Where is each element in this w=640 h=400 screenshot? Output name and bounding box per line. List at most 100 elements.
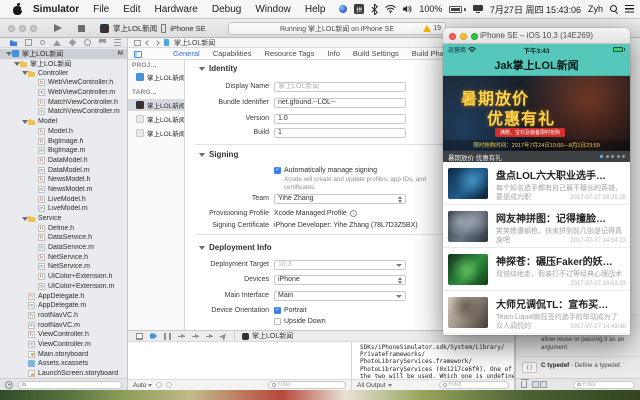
warning-badge[interactable]: 19 xyxy=(423,25,441,32)
menubar-username[interactable]: Zyh xyxy=(588,4,603,14)
navigator-file-row[interactable]: ViewController.m xyxy=(0,340,127,350)
news-item[interactable]: 网友神拼图：记得撞脸… 笑笑惨遭躺枪，快来拼到前几张是记得真身吧 2017-07… xyxy=(443,205,630,248)
news-item[interactable]: 神探苍：碾压Faker的妖… 双倍绕地走，假装打不过等经典心理战术 2017-0… xyxy=(443,248,630,291)
navigator-file-row[interactable]: Controller xyxy=(0,68,127,78)
navigator-file-row[interactable]: Define.h xyxy=(0,223,127,233)
breakpoint-navigator-icon[interactable] xyxy=(99,39,106,44)
navigator-file-row[interactable]: rootNavVC.m xyxy=(0,320,127,330)
navigator-file-row[interactable]: NetService.h xyxy=(0,252,127,262)
battery-icon[interactable] xyxy=(449,5,466,13)
navigator-file-row[interactable]: Model xyxy=(0,117,127,127)
version-field[interactable] xyxy=(274,113,406,124)
info-icon[interactable]: i xyxy=(349,210,357,217)
upside-down-checkbox[interactable] xyxy=(274,318,281,325)
navigator-file-row[interactable]: WebViewController.m xyxy=(0,88,127,98)
navigator-file-row[interactable]: Model.h xyxy=(0,127,127,137)
disclosure-triangle-icon[interactable] xyxy=(5,52,12,56)
display-name-field[interactable] xyxy=(274,81,406,92)
menu-item[interactable]: Window xyxy=(255,4,291,15)
promo-banner[interactable]: 暑期放价 优惠有礼 满赠、宝石及装备限时抢购 限时抢购时间：2017年7月24日… xyxy=(443,76,630,151)
target-row-tests[interactable]: 掌上LOL新闻 xyxy=(128,113,184,125)
navigator-file-row[interactable]: ViewController.h xyxy=(0,330,127,340)
menu-item[interactable]: File xyxy=(93,4,109,15)
volume-icon[interactable] xyxy=(403,5,412,13)
step-into-button[interactable] xyxy=(192,333,199,340)
minimize-button[interactable] xyxy=(460,32,467,40)
settings-tab[interactable]: Info xyxy=(327,49,340,58)
navigator-file-row[interactable]: rootNavVC.h xyxy=(0,311,127,321)
menubar-clock[interactable]: 7月27日 周四 15:43:06 xyxy=(490,3,581,16)
navigator-file-row[interactable]: AppDelegate.m xyxy=(0,301,127,311)
snippet-item[interactable]: { } C typedef - Define a typedef. xyxy=(516,356,640,378)
scheme-selector[interactable]: 掌上LOL新闻 iPhone SE xyxy=(100,22,206,35)
symbol-navigator-icon[interactable] xyxy=(25,39,32,46)
navigator-file-row[interactable]: Main.storyboard xyxy=(0,349,127,359)
disclosure-triangle-icon[interactable] xyxy=(21,71,28,75)
navigator-file-row[interactable]: MatchViewController.m xyxy=(0,107,127,117)
zoom-button[interactable] xyxy=(30,25,37,32)
navigator-file-row[interactable]: 掌上LOL新闻 M xyxy=(0,49,127,59)
team-popup[interactable]: Yihe Zhang xyxy=(274,193,406,204)
step-out-button[interactable] xyxy=(206,333,213,340)
menu-item[interactable]: Simulator xyxy=(33,4,79,15)
disclosure-triangle-icon[interactable] xyxy=(21,120,28,124)
bundle-identifier-field[interactable] xyxy=(274,97,406,108)
portrait-checkbox[interactable] xyxy=(274,306,281,314)
navigator-file-row[interactable]: 掌上LOL新闻 xyxy=(0,59,127,69)
target-row-app[interactable]: 掌上LOL新闻 xyxy=(128,99,184,111)
navigator-file-row[interactable]: WebViewController.h xyxy=(0,78,127,88)
issue-navigator-icon[interactable] xyxy=(53,39,61,46)
stop-button[interactable] xyxy=(78,25,85,32)
project-navigator-icon[interactable] xyxy=(10,40,17,46)
navigator-file-row[interactable]: UIColor+Extension.m xyxy=(0,282,127,292)
library-toggle-buttons[interactable] xyxy=(532,381,547,388)
input-method-icon[interactable]: 拼 xyxy=(354,4,365,14)
deployment-target-combo[interactable]: 10.3 xyxy=(274,259,406,270)
navigator-file-row[interactable]: LaunchScreen.storyboard xyxy=(0,369,127,378)
main-interface-combo[interactable]: Main xyxy=(274,290,406,301)
navigator-file-row[interactable]: NetService.m xyxy=(0,262,127,272)
minimize-button[interactable] xyxy=(19,25,26,32)
navigator-file-row[interactable]: Assets.xcassets xyxy=(0,359,127,369)
close-button[interactable] xyxy=(8,25,15,32)
spotlight-icon[interactable] xyxy=(610,5,618,13)
info-toggle-icon[interactable] xyxy=(166,382,173,388)
run-button[interactable] xyxy=(54,24,62,32)
snippet-filter-field[interactable] xyxy=(573,380,635,389)
disclosure-triangle-icon[interactable] xyxy=(13,62,20,66)
navigator-file-row[interactable]: DataService.h xyxy=(0,233,127,243)
find-navigator-icon[interactable] xyxy=(40,40,45,45)
apple-menu-icon[interactable] xyxy=(12,2,25,15)
navigator-file-row[interactable]: NewsModel.m xyxy=(0,185,127,195)
bluetooth-icon[interactable] xyxy=(371,3,379,15)
debug-process[interactable]: 掌上LOL新闻 xyxy=(242,331,293,341)
notification-center-icon[interactable] xyxy=(625,5,634,13)
devices-popup[interactable]: iPhone xyxy=(274,274,406,285)
target-row-uitests[interactable]: 掌上LOL新闻 xyxy=(128,127,184,139)
console-filter-input[interactable] xyxy=(448,382,505,388)
navigator-file-row[interactable]: DataService.m xyxy=(0,243,127,253)
zoom-button[interactable] xyxy=(471,32,478,40)
back-button[interactable] xyxy=(145,39,151,46)
disclosure-triangle-icon[interactable] xyxy=(21,217,28,221)
settings-tab[interactable]: General xyxy=(173,49,200,58)
editor-column-toggle[interactable] xyxy=(134,50,142,58)
build-field[interactable] xyxy=(274,127,406,138)
menu-item[interactable]: Debug xyxy=(212,4,241,15)
settings-tab[interactable]: Build Settings xyxy=(353,49,399,58)
test-navigator-icon[interactable] xyxy=(68,38,77,47)
step-over-button[interactable] xyxy=(178,333,185,340)
settings-tab[interactable]: Resource Tags xyxy=(264,49,314,58)
navigator-file-row[interactable]: AppDelegate.h xyxy=(0,291,127,301)
close-button[interactable] xyxy=(449,32,456,40)
wifi-icon[interactable] xyxy=(385,5,397,13)
navigator-file-row[interactable]: UIColor+Extension.h xyxy=(0,272,127,282)
debug-navigator-icon[interactable] xyxy=(84,39,91,46)
show-only-icon[interactable] xyxy=(156,382,163,388)
auto-signing-checkbox[interactable] xyxy=(274,166,281,174)
navigator-file-row[interactable]: Service xyxy=(0,214,127,224)
navigator-file-row[interactable]: MatchViewController.h xyxy=(0,97,127,107)
console-filter-field[interactable] xyxy=(439,381,509,389)
add-button[interactable] xyxy=(5,380,13,389)
report-navigator-icon[interactable] xyxy=(114,39,121,46)
